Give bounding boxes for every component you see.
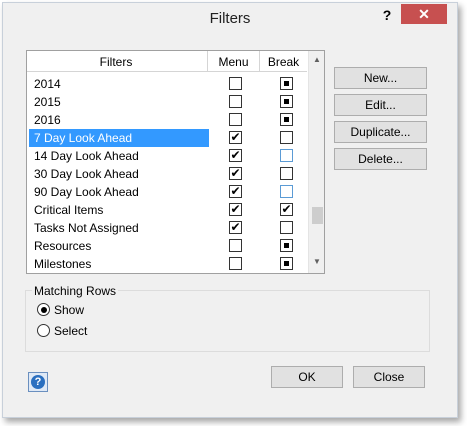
break-checkbox[interactable] xyxy=(280,185,293,198)
title-bar: Filters ? ✕ xyxy=(3,3,457,34)
checkmark-icon: ✔ xyxy=(230,202,241,216)
menu-checkbox[interactable]: ✔ xyxy=(229,166,242,180)
break-checkbox[interactable]: ✔ xyxy=(280,202,293,216)
scroll-thumb[interactable] xyxy=(312,207,323,224)
show-radio[interactable] xyxy=(37,303,50,316)
list-header: Filters Menu Break xyxy=(27,51,307,72)
show-radio-label[interactable]: Show xyxy=(54,303,84,317)
filters-dialog: Filters ? ✕ Filters Menu Break 2014 2015 2… xyxy=(2,2,458,418)
filter-name: 2015 xyxy=(34,95,61,109)
list-item[interactable]: 14 Day Look Ahead ✔ xyxy=(27,147,307,165)
select-radio-label[interactable]: Select xyxy=(54,324,87,338)
break-checkbox[interactable] xyxy=(280,95,293,108)
list-item[interactable]: 90 Day Look Ahead ✔ xyxy=(27,183,307,201)
menu-checkbox[interactable]: ✔ xyxy=(229,202,242,216)
break-checkbox[interactable] xyxy=(280,113,293,126)
checkmark-icon: ✔ xyxy=(230,166,241,180)
filter-name: Critical Items xyxy=(34,203,104,217)
menu-checkbox[interactable] xyxy=(229,239,242,252)
list-item[interactable]: 2014 xyxy=(27,75,307,93)
menu-checkbox[interactable]: ✔ xyxy=(229,130,242,144)
list-item[interactable]: 2015 xyxy=(27,93,307,111)
select-radio[interactable] xyxy=(37,324,50,337)
column-header-menu[interactable]: Menu xyxy=(208,55,259,69)
checkmark-icon: ✔ xyxy=(230,184,241,198)
break-checkbox[interactable] xyxy=(280,239,293,252)
filter-name: 2014 xyxy=(34,77,61,91)
scroll-up-icon[interactable]: ▲ xyxy=(309,55,324,64)
checkmark-icon: ✔ xyxy=(230,130,241,144)
checkmark-icon: ✔ xyxy=(230,220,241,234)
indeterminate-square-icon xyxy=(284,261,289,266)
list-item[interactable]: Resources xyxy=(27,237,307,255)
indeterminate-square-icon xyxy=(284,99,289,104)
ok-button[interactable]: OK xyxy=(271,366,343,388)
break-checkbox[interactable] xyxy=(280,257,293,270)
filter-name: 2016 xyxy=(34,113,61,127)
list-item[interactable]: 7 Day Look Ahead ✔ xyxy=(27,129,307,147)
filter-name: 14 Day Look Ahead xyxy=(34,149,139,163)
list-item[interactable]: 30 Day Look Ahead ✔ xyxy=(27,165,307,183)
delete-button[interactable]: Delete... xyxy=(334,148,427,170)
help-button[interactable]: ? xyxy=(28,372,48,392)
break-checkbox[interactable] xyxy=(280,221,293,234)
list-item[interactable]: Tasks Not Assigned ✔ xyxy=(27,219,307,237)
list-item[interactable]: 2016 xyxy=(27,111,307,129)
edit-button[interactable]: Edit... xyxy=(334,94,427,116)
break-checkbox[interactable] xyxy=(280,149,293,162)
title-help-button[interactable]: ? xyxy=(376,5,398,25)
filter-name: 7 Day Look Ahead xyxy=(34,131,133,145)
vertical-scrollbar[interactable]: ▲ ▼ xyxy=(308,51,324,273)
menu-checkbox[interactable]: ✔ xyxy=(229,220,242,234)
scroll-down-icon[interactable]: ▼ xyxy=(309,257,324,266)
break-checkbox[interactable] xyxy=(280,77,293,90)
list-item[interactable]: Milestones xyxy=(27,255,307,273)
list-item[interactable]: Critical Items ✔ ✔ xyxy=(27,201,307,219)
matching-rows-label: Matching Rows xyxy=(32,284,119,298)
column-header-break[interactable]: Break xyxy=(260,55,307,69)
new-button[interactable]: New... xyxy=(334,67,427,89)
filter-name: 30 Day Look Ahead xyxy=(34,167,139,181)
filters-list[interactable]: Filters Menu Break 2014 2015 2016 7 Day Loo… xyxy=(26,50,325,274)
column-header-filters[interactable]: Filters xyxy=(27,55,205,69)
filter-name: Milestones xyxy=(34,257,92,271)
filter-name: 90 Day Look Ahead xyxy=(34,185,139,199)
close-window-button[interactable]: ✕ xyxy=(401,4,447,24)
radio-selected-dot xyxy=(40,306,47,313)
checkmark-icon: ✔ xyxy=(230,148,241,162)
help-icon: ? xyxy=(31,375,45,389)
break-checkbox[interactable] xyxy=(280,167,293,180)
menu-checkbox[interactable] xyxy=(229,77,242,90)
menu-checkbox[interactable] xyxy=(229,257,242,270)
break-checkbox[interactable] xyxy=(280,131,293,144)
menu-checkbox[interactable]: ✔ xyxy=(229,148,242,162)
menu-checkbox[interactable]: ✔ xyxy=(229,184,242,198)
duplicate-button[interactable]: Duplicate... xyxy=(334,121,427,143)
menu-checkbox[interactable] xyxy=(229,113,242,126)
filter-name: Tasks Not Assigned xyxy=(34,221,139,235)
checkmark-icon: ✔ xyxy=(281,202,292,216)
indeterminate-square-icon xyxy=(284,117,289,122)
menu-checkbox[interactable] xyxy=(229,95,242,108)
indeterminate-square-icon xyxy=(284,81,289,86)
close-button[interactable]: Close xyxy=(353,366,425,388)
indeterminate-square-icon xyxy=(284,243,289,248)
matching-rows-group xyxy=(25,290,430,352)
filter-name: Resources xyxy=(34,239,92,253)
